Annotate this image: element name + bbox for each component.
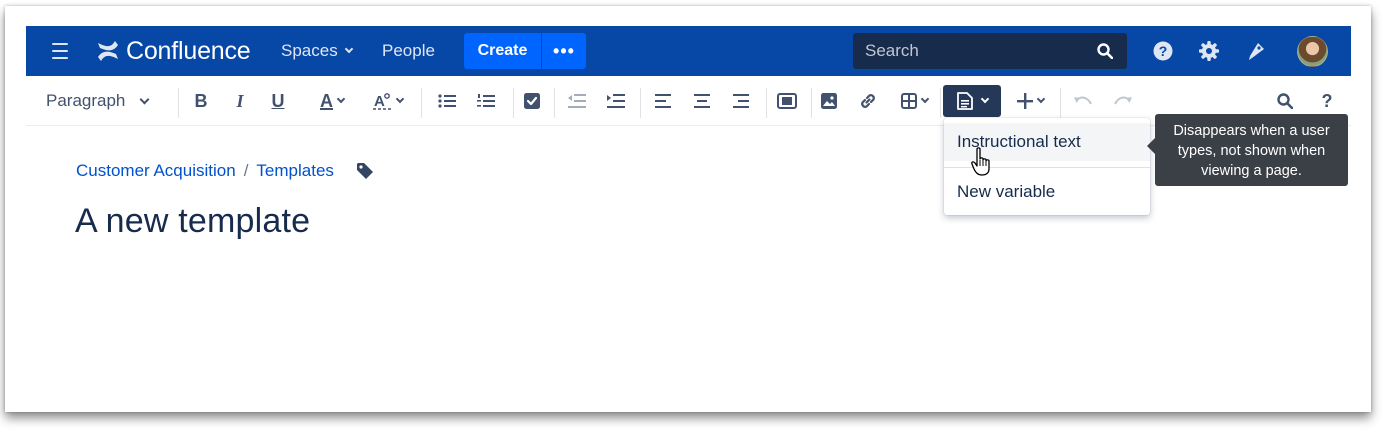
align-left-icon [655, 94, 671, 108]
gear-icon[interactable] [1198, 40, 1220, 62]
paragraph-style-label: Paragraph [46, 91, 126, 110]
notifications-icon[interactable] [1246, 40, 1268, 62]
template-button[interactable] [943, 85, 1001, 117]
numbered-list-icon [477, 94, 495, 107]
align-left-button[interactable] [648, 76, 678, 126]
indent-button[interactable] [601, 76, 631, 126]
insert-table-button[interactable] [892, 76, 936, 126]
toolbar-divider [554, 88, 555, 118]
outdent-icon [568, 94, 586, 108]
svg-text:A: A [374, 93, 385, 110]
chevron-down-icon [980, 94, 989, 104]
page-title[interactable]: A new template [75, 202, 310, 241]
undo-icon [1074, 96, 1092, 105]
menu-icon[interactable] [51, 43, 69, 59]
outdent-button[interactable] [562, 76, 592, 126]
insert-image-button[interactable] [814, 76, 844, 126]
breadcrumb-separator: / [243, 161, 249, 180]
numbered-list-button[interactable] [471, 76, 501, 126]
toolbar-divider [178, 88, 179, 118]
bold-button[interactable]: B [190, 76, 212, 126]
chevron-down-icon [1036, 94, 1045, 104]
spaces-menu[interactable]: Spaces [281, 41, 353, 61]
align-right-icon [733, 94, 749, 108]
create-more-button[interactable]: ••• [542, 33, 586, 69]
confluence-logo[interactable]: Confluence [96, 36, 251, 65]
page-layout-button[interactable] [771, 76, 803, 126]
chevron-down-icon [395, 94, 404, 104]
redo-icon [1114, 96, 1132, 105]
insert-link-button[interactable] [853, 76, 883, 126]
tooltip-line: types, not shown when [1177, 143, 1326, 159]
toolbar-divider [811, 88, 812, 118]
svg-text:?: ? [1159, 43, 1168, 59]
top-navigation: Confluence Spaces People Create ••• ? [26, 26, 1351, 76]
toolbar-divider [766, 88, 767, 118]
paragraph-style-select[interactable]: Paragraph [46, 76, 150, 126]
spaces-label: Spaces [281, 41, 338, 60]
hand-cursor-icon [971, 147, 993, 182]
chevron-down-icon [336, 94, 346, 104]
search-box[interactable] [853, 33, 1127, 69]
clear-formatting-button[interactable]: A [365, 76, 409, 126]
bullet-list-button[interactable] [432, 76, 462, 126]
toolbar-divider [421, 88, 422, 118]
breadcrumb-item-templates[interactable]: Templates [256, 161, 333, 181]
editor-toolbar: Paragraph B I U A A ? [26, 76, 1351, 126]
people-label: People [382, 41, 435, 60]
template-icon [956, 92, 973, 110]
chevron-down-icon [920, 94, 929, 104]
app-window: Confluence Spaces People Create ••• ? [5, 6, 1371, 412]
toolbar-divider [1060, 88, 1061, 118]
page-layout-icon [777, 93, 797, 109]
tooltip: Disappears when a user types, not shown … [1147, 114, 1348, 186]
toolbar-divider [513, 88, 514, 118]
image-icon [821, 93, 837, 109]
underline-button[interactable]: U [267, 76, 289, 126]
text-color-button[interactable]: A [310, 76, 354, 126]
tooltip-line: viewing a page. [1201, 163, 1302, 179]
table-icon [900, 93, 917, 109]
breadcrumb: Customer Acquisition / Templates [76, 161, 374, 181]
task-list-button[interactable] [517, 76, 547, 126]
toolbar-divider [940, 88, 941, 118]
toolbar-divider [640, 88, 641, 118]
text-color-icon: A [320, 90, 333, 111]
search-input[interactable] [865, 41, 1065, 61]
task-list-icon [524, 93, 540, 109]
app-name: Confluence [126, 36, 251, 65]
indent-icon [607, 94, 625, 108]
people-link[interactable]: People [382, 41, 435, 61]
chevron-down-icon [139, 94, 150, 104]
align-center-button[interactable] [687, 76, 717, 126]
insert-more-icon [1016, 93, 1033, 109]
align-center-icon [694, 94, 710, 108]
help-icon[interactable]: ? [1153, 41, 1173, 61]
link-icon [861, 94, 875, 108]
breadcrumb-item-customer-acquisition[interactable]: Customer Acquisition [76, 161, 236, 181]
search-icon[interactable] [1097, 43, 1113, 59]
confluence-logo-icon [98, 41, 118, 61]
tooltip-line: Disappears when a user [1173, 123, 1330, 139]
clear-formatting-icon: A [372, 93, 391, 110]
italic-button[interactable]: I [229, 76, 251, 126]
avatar[interactable] [1297, 36, 1328, 67]
label-tag-icon[interactable] [356, 162, 374, 180]
chevron-down-icon [344, 44, 353, 54]
align-right-button[interactable] [726, 76, 756, 126]
bullet-list-icon [438, 94, 456, 108]
create-button[interactable]: Create [464, 33, 541, 69]
find-icon [1277, 93, 1293, 109]
